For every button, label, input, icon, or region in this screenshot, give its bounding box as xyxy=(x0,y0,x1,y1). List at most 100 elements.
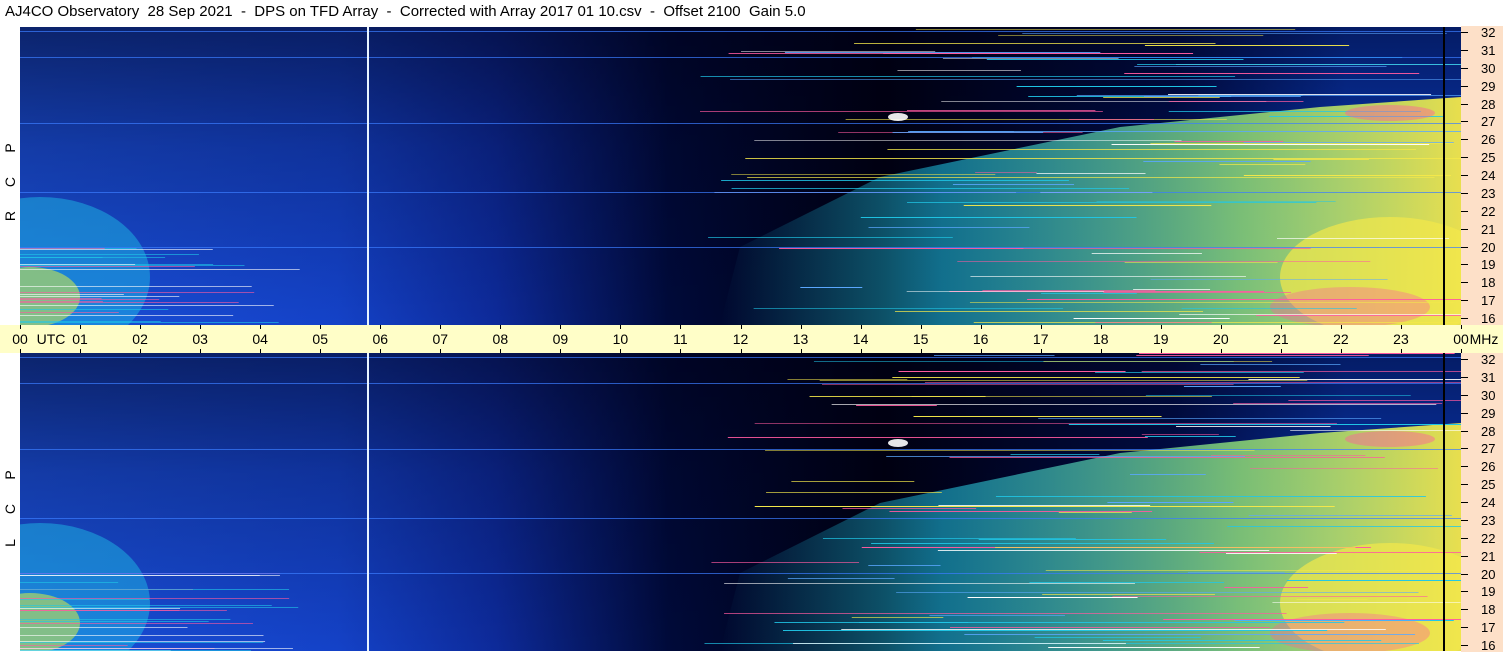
utc-tick xyxy=(440,325,442,329)
freq-tick xyxy=(1461,627,1468,629)
freq-tick xyxy=(1461,175,1468,176)
utc-tick-label: 22 xyxy=(1333,331,1349,347)
utc-tick xyxy=(200,325,202,329)
utc-tick xyxy=(1280,325,1282,329)
utc-tick-label: 04 xyxy=(252,331,268,347)
freq-tick xyxy=(1461,448,1468,450)
rcp-spectrogram xyxy=(20,27,1461,325)
freq-tick xyxy=(1461,573,1468,575)
freq-tick xyxy=(1461,85,1468,87)
freq-tick-label: 16 xyxy=(1481,311,1496,326)
freq-tick xyxy=(1461,246,1468,248)
utc-tick-label: 15 xyxy=(912,331,929,347)
utc-tick xyxy=(1400,325,1402,329)
utc-tick-label: 10 xyxy=(612,331,629,347)
freq-tick xyxy=(1461,555,1468,557)
freq-tick xyxy=(1461,32,1468,33)
freq-tick-label: 18 xyxy=(1481,602,1496,618)
utc-tick xyxy=(980,325,982,329)
utc-tick-label: 18 xyxy=(1092,331,1109,347)
freq-tick-label: 23 xyxy=(1481,512,1496,528)
utc-tick xyxy=(1461,325,1462,329)
freq-tick-label: 22 xyxy=(1481,530,1496,546)
freq-tick xyxy=(1461,519,1468,521)
lcp-polarization-label: P C L xyxy=(0,458,20,560)
freq-tick xyxy=(1461,264,1468,266)
freq-tick-label: 21 xyxy=(1481,548,1496,564)
utc-tick-label: 05 xyxy=(312,331,328,347)
freq-tick xyxy=(1461,157,1468,159)
freq-tick-label: 26 xyxy=(1481,132,1496,148)
utc-tick-label: 14 xyxy=(852,331,869,347)
freq-tick xyxy=(1461,394,1468,396)
freq-tick xyxy=(1461,49,1468,51)
lcp-spectrogram xyxy=(20,353,1461,651)
freq-tick xyxy=(1461,430,1468,432)
lcp-label-column: P C L xyxy=(0,353,20,652)
utc-tick xyxy=(1040,325,1042,329)
utc-tick-label: 03 xyxy=(192,331,208,347)
freq-tick xyxy=(1461,412,1468,414)
utc-tick xyxy=(560,325,562,329)
utc-tick xyxy=(1160,325,1162,329)
utc-tick-label: 11 xyxy=(673,331,688,347)
freq-tick-label: 24 xyxy=(1481,168,1496,183)
freq-tick xyxy=(1461,466,1468,468)
rcp-frequency-axis: 32 31 30 29 28 27 26 25 24 23 22 21 20 19 18 17 16 xyxy=(1461,26,1503,325)
freq-tick-label: 25 xyxy=(1481,477,1496,493)
utc-label: UTC xyxy=(36,331,66,347)
freq-tick-label: 31 xyxy=(1481,369,1496,385)
utc-tick xyxy=(140,325,142,329)
freq-tick-label: 29 xyxy=(1481,78,1496,94)
freq-tick xyxy=(1461,67,1468,69)
freq-tick-label: 23 xyxy=(1481,185,1496,201)
freq-tick xyxy=(1461,300,1468,302)
freq-tick-label: 28 xyxy=(1481,423,1496,439)
freq-tick-label: 21 xyxy=(1481,221,1496,237)
utc-tick-label: 13 xyxy=(792,331,809,347)
utc-tick xyxy=(920,325,922,329)
freq-tick-label: 27 xyxy=(1481,441,1496,457)
utc-tick-label: 07 xyxy=(432,331,449,347)
freq-tick xyxy=(1461,139,1468,141)
freq-tick-label: 32 xyxy=(1481,352,1496,367)
utc-tick xyxy=(800,325,802,329)
freq-tick xyxy=(1461,591,1468,593)
utc-tick-label: 16 xyxy=(972,331,989,347)
freq-tick xyxy=(1461,192,1468,194)
utc-tick xyxy=(20,325,21,329)
utc-tick-label: 09 xyxy=(552,331,569,347)
utc-tick xyxy=(1340,325,1342,329)
freq-tick xyxy=(1461,228,1468,230)
freq-tick xyxy=(1461,376,1468,378)
freq-tick-label: 20 xyxy=(1481,239,1496,255)
freq-tick xyxy=(1461,484,1468,486)
freq-tick-label: 19 xyxy=(1481,257,1496,273)
utc-tick xyxy=(620,325,622,329)
freq-tick-label: 16 xyxy=(1481,638,1496,653)
freq-tick xyxy=(1461,318,1468,319)
utc-tick xyxy=(80,325,82,329)
utc-tick xyxy=(320,325,322,329)
freq-tick-label: 18 xyxy=(1481,275,1496,291)
freq-tick xyxy=(1461,282,1468,284)
utc-time-axis: 00 01 02 03 04 05 06 07 08 09 10 11 12 13 14 15 16 17 18 19… xyxy=(0,325,1503,353)
freq-tick-label: 20 xyxy=(1481,566,1496,582)
freq-tick xyxy=(1461,121,1468,123)
utc-tick-label: 06 xyxy=(372,331,389,347)
freq-tick-label: 29 xyxy=(1481,405,1496,421)
utc-tick xyxy=(260,325,262,329)
utc-tick-label: 21 xyxy=(1273,331,1289,347)
freq-tick-label: 24 xyxy=(1481,495,1496,510)
utc-tick xyxy=(1220,325,1222,329)
utc-tick xyxy=(680,325,682,329)
freq-tick xyxy=(1461,359,1468,360)
freq-tick xyxy=(1461,210,1468,212)
freq-tick xyxy=(1461,645,1468,646)
utc-tick-label: 08 xyxy=(492,331,509,347)
lcp-frequency-axis: 32 31 30 29 28 27 26 25 24 23 22 21 20 19 18 17 16 xyxy=(1461,353,1503,652)
utc-tick-label: 12 xyxy=(732,331,749,347)
freq-tick-label: 17 xyxy=(1481,293,1496,309)
utc-tick-label: 01 xyxy=(72,331,88,347)
utc-tick-label: 20 xyxy=(1213,331,1229,347)
